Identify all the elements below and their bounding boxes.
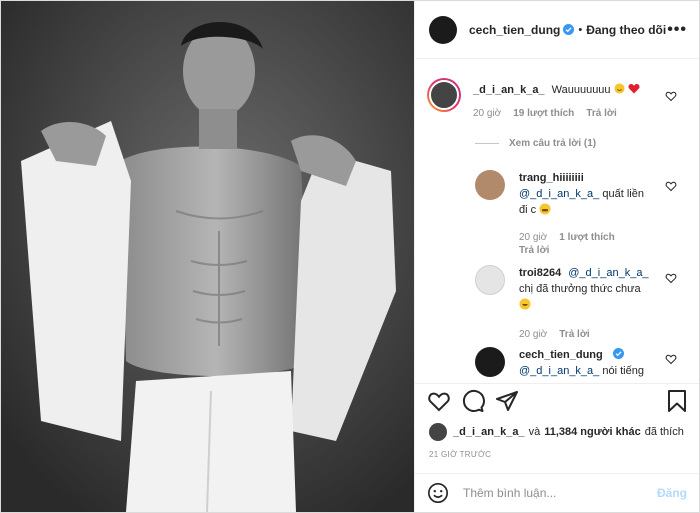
comment-icon[interactable] [461, 389, 485, 413]
likes-and: và [528, 426, 541, 438]
heart-icon[interactable] [427, 389, 451, 413]
like-reply-heart-icon[interactable] [665, 353, 677, 365]
reply-meta: 20 giờ Trả lời [519, 329, 659, 340]
reply-text: nói tiếng [602, 365, 644, 377]
like-reply-heart-icon[interactable] [665, 180, 677, 192]
reply-item: cech_tien_dung @_d_i_an_k_a_ nói tiếng [475, 347, 659, 379]
comment-text: Wauuuuuuu [551, 84, 611, 96]
reply-item: trang_hiiiiiiii @_d_i_an_k_a_ quất liền … [475, 170, 649, 256]
liker-username[interactable]: _d_i_an_k_a_ [453, 426, 525, 438]
smiley-emoji-icon [614, 83, 625, 94]
shirtless-man-photo [1, 1, 414, 512]
reply-text: chị đã thưởng thức chưa [519, 283, 641, 295]
post-sidebar: cech_tien_dung • Đang theo dõi ••• _d_i_… [414, 1, 699, 512]
comment-username[interactable]: _d_i_an_k_a_ [473, 84, 545, 96]
post-actions [427, 389, 689, 413]
reply-username[interactable]: trang_hiiiiiiii [519, 172, 584, 184]
comment-input[interactable]: Thêm bình luận... [463, 486, 556, 500]
instagram-post-modal: cech_tien_dung • Đang theo dõi ••• _d_i_… [0, 0, 700, 513]
grinning-emoji-icon [539, 203, 551, 215]
view-replies-label: Xem câu trả lời (1) [509, 138, 597, 149]
reply-avatar[interactable] [475, 170, 505, 200]
emoji-icon[interactable] [427, 482, 449, 504]
reply-item: troi8264 @_d_i_an_k_a_ chị đã thưởng thứ… [475, 265, 659, 340]
reply-mention[interactable]: @_d_i_an_k_a_ [568, 267, 648, 279]
section-divider [415, 383, 699, 384]
reply-likes[interactable]: 1 lượt thích [559, 232, 614, 243]
reply-button[interactable]: Trả lời [559, 329, 589, 340]
author-avatar[interactable] [429, 15, 457, 44]
default-avatar[interactable] [475, 265, 505, 295]
laughing-emoji-icon [519, 298, 531, 310]
comment-likes[interactable]: 19 lượt thích [513, 108, 574, 119]
reply-username[interactable]: cech_tien_dung [519, 349, 603, 361]
author-username[interactable]: cech_tien_dung [469, 23, 560, 37]
commenter-avatar[interactable] [427, 78, 461, 112]
comment-time: 20 giờ [473, 108, 502, 119]
reply-button[interactable]: Trả lời [519, 245, 549, 256]
liker-avatar[interactable] [429, 423, 447, 441]
author-reply-avatar[interactable] [475, 347, 505, 377]
comment-item: _d_i_an_k_a_ Wauuuuuuu 20 giờ 19 lượt th… [427, 78, 640, 119]
reply-mention[interactable]: @_d_i_an_k_a_ [519, 188, 599, 200]
likes-suffix: đã thích [644, 426, 684, 438]
post-comment-button[interactable]: Đăng [657, 486, 687, 500]
comments-list[interactable]: _d_i_an_k_a_ Wauuuuuuu 20 giờ 19 lượt th… [415, 60, 699, 383]
reply-time: 20 giờ [519, 329, 548, 340]
reply-time: 20 giờ [519, 232, 548, 243]
post-photo[interactable] [1, 1, 414, 512]
reply-text: quất liền [602, 188, 644, 200]
reply-meta: 20 giờ 1 lượt thích [519, 232, 649, 243]
post-header: cech_tien_dung • Đang theo dõi ••• [415, 1, 699, 59]
red-heart-emoji-icon [628, 83, 640, 94]
comment-meta: 20 giờ 19 lượt thích Trả lời [473, 108, 640, 119]
following-button[interactable]: Đang theo dõi [586, 23, 666, 37]
reply-button[interactable]: Trả lời [586, 108, 616, 119]
separator-dot: • [578, 23, 583, 36]
likes-summary: _d_i_an_k_a_ và 11,384 người khác đã thí… [429, 423, 684, 441]
more-options-icon[interactable]: ••• [667, 21, 687, 39]
view-replies-button[interactable]: Xem câu trả lời (1) [475, 138, 596, 149]
post-time[interactable]: 21 GIỜ TRƯỚC [429, 450, 491, 459]
reply-username[interactable]: troi8264 [519, 267, 561, 279]
like-reply-heart-icon[interactable] [665, 272, 677, 284]
add-comment-bar: Thêm bình luận... Đăng [415, 473, 699, 512]
like-comment-heart-icon[interactable] [665, 90, 677, 102]
bookmark-icon[interactable] [665, 389, 689, 413]
verified-icon [612, 348, 624, 359]
verified-icon [563, 24, 575, 35]
reply-text-cont: đi c [519, 204, 537, 216]
divider-line [475, 143, 499, 144]
likes-count[interactable]: 11,384 người khác [544, 426, 641, 438]
share-icon[interactable] [495, 389, 519, 413]
reply-mention[interactable]: @_d_i_an_k_a_ [519, 365, 599, 377]
